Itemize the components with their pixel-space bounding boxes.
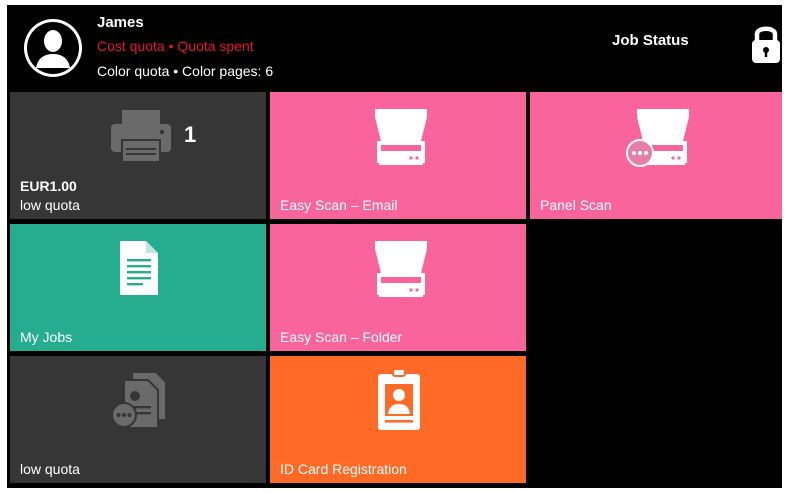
print-tile-label: low quota — [20, 197, 80, 213]
lock-icon[interactable] — [749, 22, 782, 64]
header-bar: James Cost quota • Quota spent Color quo… — [7, 5, 782, 90]
job-status-button[interactable]: Job Status — [612, 32, 689, 49]
easy-scan-email-label: Easy Scan – Email — [280, 197, 398, 213]
id-card-registration-tile[interactable]: ID Card Registration — [270, 356, 526, 483]
scanner-with-menu-icon — [626, 109, 689, 167]
copy-low-quota-label: low quota — [20, 461, 80, 477]
copy-documents-icon — [111, 371, 167, 429]
my-jobs-label: My Jobs — [20, 329, 73, 345]
scanner-icon — [375, 109, 427, 165]
copy-low-quota-tile[interactable]: low quota — [10, 356, 266, 483]
terminal-screen: James Cost quota • Quota spent Color quo… — [7, 5, 782, 488]
panel-scan-tile[interactable]: Panel Scan — [530, 92, 782, 219]
printer-icon — [111, 110, 171, 163]
print-job-count: 1 — [184, 122, 197, 147]
easy-scan-folder-tile[interactable]: Easy Scan – Folder — [270, 224, 526, 351]
id-card-icon — [378, 368, 420, 430]
document-icon — [120, 241, 158, 295]
user-avatar-icon — [24, 19, 82, 77]
panel-scan-label: Panel Scan — [540, 197, 612, 213]
color-quota-status: Color quota • Color pages: 6 — [97, 63, 274, 79]
id-card-registration-label: ID Card Registration — [280, 461, 407, 477]
print-cost-amount: EUR1.00 — [20, 178, 77, 194]
print-tile[interactable]: 1 EUR1.00 low quota — [10, 92, 266, 219]
easy-scan-email-tile[interactable]: Easy Scan – Email — [270, 92, 526, 219]
cost-quota-status: Cost quota • Quota spent — [97, 38, 254, 54]
user-name: James — [97, 14, 144, 31]
scanner-icon — [375, 241, 427, 297]
my-jobs-tile[interactable]: My Jobs — [10, 224, 266, 351]
easy-scan-folder-label: Easy Scan – Folder — [280, 329, 403, 345]
